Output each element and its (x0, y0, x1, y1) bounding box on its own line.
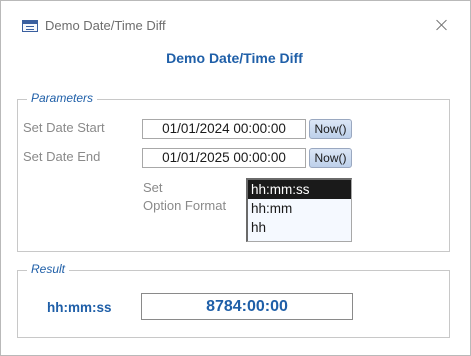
option-format-item[interactable]: hh:mm (248, 199, 351, 218)
window-title: Demo Date/Time Diff (45, 18, 166, 33)
date-end-now-button[interactable]: Now() (309, 148, 352, 168)
date-start-now-button[interactable]: Now() (309, 119, 352, 139)
result-value-field: 8784:00:00 (141, 293, 353, 320)
title-bar: Demo Date/Time Diff (1, 1, 470, 35)
option-format-label-line1: Set (143, 180, 163, 195)
date-start-field[interactable]: 01/01/2024 00:00:00 (142, 119, 306, 139)
date-end-field[interactable]: 01/01/2025 00:00:00 (142, 148, 306, 168)
date-end-label: Set Date End (23, 149, 101, 164)
date-start-label: Set Date Start (23, 120, 105, 135)
result-legend: Result (27, 262, 70, 276)
result-format-label: hh:mm:ss (47, 300, 112, 315)
option-format-item[interactable]: hh:mm:ss (248, 180, 351, 199)
parameters-legend: Parameters (27, 91, 98, 105)
option-format-listbox[interactable]: hh:mm:ss hh:mm hh (246, 178, 352, 242)
form-header-title: Demo Date/Time Diff (166, 50, 303, 66)
close-icon[interactable] (434, 17, 450, 33)
option-format-label-line2: Option Format (143, 198, 227, 213)
option-format-item[interactable]: hh (248, 218, 351, 237)
form-icon (22, 20, 38, 32)
